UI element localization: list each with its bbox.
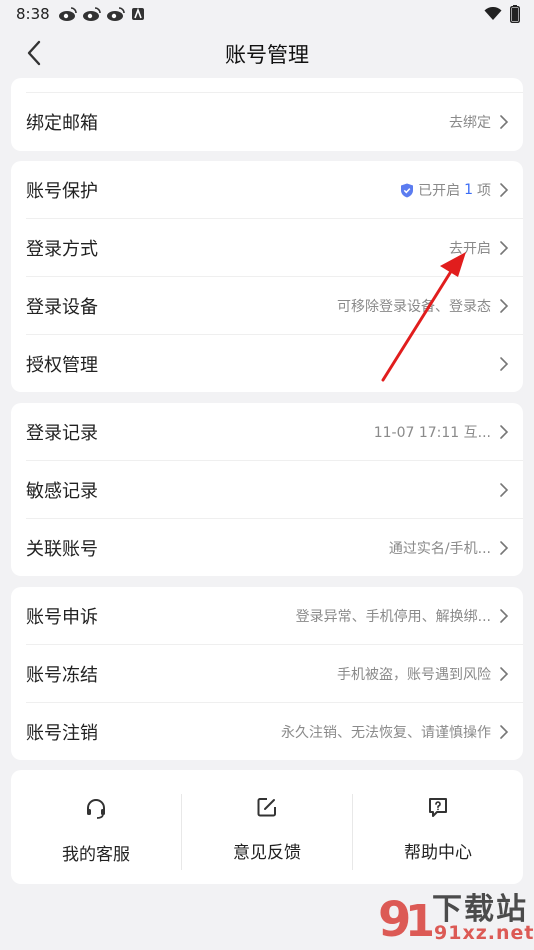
edit-icon [257,798,276,817]
card-security: 账号保护 已开启 1 项 登录方式 去开启 登录设备 可移除登录设备、登录态 授… [11,161,523,392]
watermark-logo: 9 1 下载站 91xz.net [378,884,533,946]
row-account-freeze[interactable]: 账号冻结 手机被盗，账号遇到风险 [11,645,523,703]
weibo-icon [83,7,101,21]
headset-icon [87,799,105,819]
status-right [484,5,520,23]
service-customer-support[interactable]: 我的客服 [11,770,181,884]
weibo-icon [107,7,125,21]
row-sensitive-records[interactable]: 敏感记录 [11,461,523,519]
app-badge-icon [132,7,144,20]
wifi-icon [484,7,502,20]
chevron-right-icon [500,425,509,439]
chevron-right-icon [500,541,509,555]
row-account-protection[interactable]: 账号保护 已开启 1 项 [11,161,523,219]
row-label: 登录记录 [26,423,98,444]
row-bind-email[interactable]: 绑定邮箱 去绑定 [11,93,523,151]
row-linked-accounts[interactable]: 关联账号 通过实名/手机... [11,519,523,576]
service-feedback[interactable]: 意见反馈 [182,770,352,884]
protection-unit: 项 [477,183,491,199]
card-binding: 绑定邮箱 去绑定 [11,78,523,151]
shield-icon [401,183,414,197]
row-label: 授权管理 [26,355,98,376]
row-label: 账号保护 [26,181,98,202]
chevron-right-icon [500,483,509,497]
row-login-records[interactable]: 登录记录 11-07 17:11 互... [11,403,523,461]
row-label: 账号注销 [26,723,98,744]
service-label: 帮助中心 [404,843,472,863]
help-icon [429,798,447,817]
service-label: 意见反馈 [233,843,301,863]
row-value: 可移除登录设备、登录态 [337,299,491,315]
row-label: 敏感记录 [26,481,98,502]
row-label: 关联账号 [26,539,98,560]
row-account-appeal[interactable]: 账号申诉 登录异常、手机停用、解换绑... [11,587,523,645]
weibo-icon [59,7,77,21]
row-value: 11-07 17:11 互... [373,425,491,441]
card-records: 登录记录 11-07 17:11 互... 敏感记录 关联账号 通过实名/手机.… [11,403,523,576]
row-value: 已开启 1 项 [400,180,491,200]
row-login-method[interactable]: 登录方式 去开启 [11,219,523,277]
row-label: 登录设备 [26,297,98,318]
row-value: 通过实名/手机... [388,541,491,557]
notification-icons [58,6,146,22]
status-bar: 8:38 [0,0,534,28]
row-value: 登录异常、手机停用、解换绑... [295,609,491,625]
row-authorization[interactable]: 授权管理 [11,335,523,392]
row-value: 去开启 [449,241,491,257]
row-value: 去绑定 [449,115,491,131]
row-label: 绑定邮箱 [26,113,98,134]
watermark-91-icon: 9 1 [378,892,432,944]
chevron-right-icon [500,183,509,197]
row-label: 账号申诉 [26,607,98,628]
chevron-right-icon [500,667,509,681]
chevron-right-icon [500,115,509,129]
page-title: 账号管理 [225,43,309,67]
row-account-cancel[interactable]: 账号注销 永久注销、无法恢复、请谨慎操作 [11,703,523,760]
chevron-right-icon [500,241,509,255]
chevron-right-icon [500,299,509,313]
service-help-center[interactable]: 帮助中心 [353,770,523,884]
card-services: 我的客服 意见反馈 帮助中心 [11,770,523,884]
row-value: 手机被盗，账号遇到风险 [337,667,491,683]
battery-icon [510,5,520,23]
card-account-status: 账号申诉 登录异常、手机停用、解换绑... 账号冻结 手机被盗，账号遇到风险 账… [11,587,523,760]
chevron-right-icon [500,725,509,739]
row-value: 永久注销、无法恢复、请谨慎操作 [281,725,491,741]
service-label: 我的客服 [62,845,130,865]
chevron-right-icon [500,357,509,371]
chevron-right-icon [500,609,509,623]
protection-status: 已开启 [418,183,461,199]
row-login-devices[interactable]: 登录设备 可移除登录设备、登录态 [11,277,523,335]
watermark-domain: 91xz.net [434,922,534,944]
status-time: 8:38 [16,5,50,23]
row-label: 账号冻结 [26,665,98,686]
protection-count: 1 [464,182,473,198]
svg-text:1: 1 [405,896,432,944]
header: 账号管理 [0,28,534,78]
row-label: 登录方式 [26,239,98,260]
